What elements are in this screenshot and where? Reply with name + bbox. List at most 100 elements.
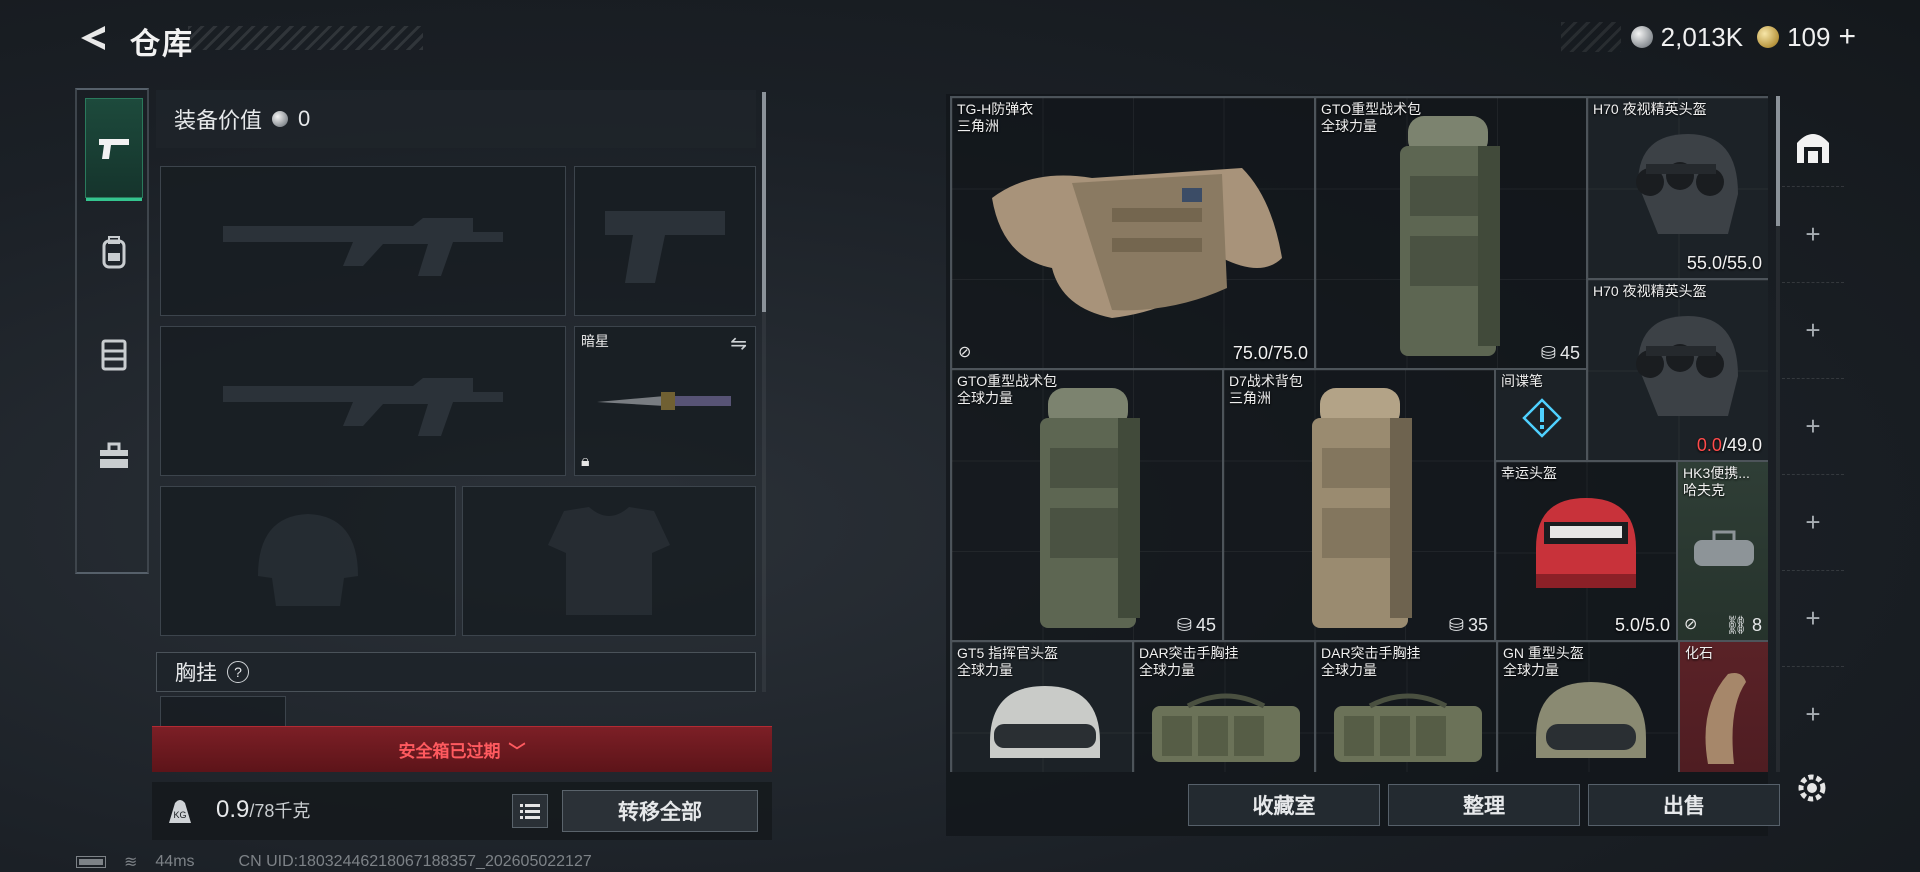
add-storage-tab-2[interactable]: + xyxy=(1782,282,1844,378)
gold-amount: 109 xyxy=(1787,21,1831,52)
helmet-slot[interactable] xyxy=(160,486,456,636)
secondary-weapon-slot[interactable] xyxy=(160,326,566,476)
weight-icon: ⛁ xyxy=(1176,615,1192,635)
grid-scroll-thumb[interactable] xyxy=(1776,96,1780,226)
weight-icon: KG xyxy=(162,794,198,828)
grid-item[interactable]: GTO重型战术包 全球力量 ⛁ 45 xyxy=(951,369,1223,641)
helmet-art xyxy=(1536,498,1636,588)
weight-icon: ⛁ xyxy=(1448,615,1464,635)
stack-icon: ⛓ xyxy=(1725,615,1748,635)
item-name: HK3便携... 哈夫克 xyxy=(1683,465,1750,498)
helmet-art xyxy=(990,686,1100,758)
backpack-art xyxy=(1400,116,1500,356)
equip-value-row: 装备价值 0 xyxy=(156,90,756,148)
armor-slot[interactable] xyxy=(462,486,756,636)
chest-rig-label: 胸挂 xyxy=(175,662,217,685)
item-name: H70 夜视精英头盔 xyxy=(1593,283,1707,299)
backpack-icon xyxy=(102,236,126,269)
uid: CN UID:18032446218067188357_202605022127 xyxy=(238,853,592,870)
weight-max: /78千克 xyxy=(249,801,311,821)
add-storage-tab-6[interactable]: + xyxy=(1782,666,1844,762)
title-decoration xyxy=(188,26,423,50)
melee-name: 暗星 xyxy=(581,333,609,349)
item-name: 间谍笔 xyxy=(1501,373,1543,389)
chest-rig-art xyxy=(1152,693,1300,762)
back-button[interactable] xyxy=(72,18,112,58)
warehouse-tab[interactable] xyxy=(1782,116,1844,178)
helmet-art xyxy=(1536,682,1646,758)
chest-rig-art xyxy=(1334,693,1482,762)
grid-item[interactable]: TG-H防弹衣 三角洲 ⊘ 75.0/75.0 xyxy=(951,97,1315,369)
safebox-expired-bar[interactable]: 安全箱已过期 ﹀ xyxy=(152,726,772,772)
add-currency-button[interactable]: + xyxy=(1838,20,1856,54)
grid-item[interactable]: 幸运头盔 5.0/5.0 xyxy=(1495,461,1677,641)
grid-item[interactable]: DAR突击手胸挂 全球力量 xyxy=(1315,641,1497,772)
add-storage-tab-5[interactable]: + xyxy=(1782,570,1844,666)
grid-item[interactable]: H70 夜视精英头盔 0.0/49.0 xyxy=(1587,279,1768,461)
category-weapons[interactable] xyxy=(85,98,143,201)
weight-bar: KG 0.9/78千克 转移全部 xyxy=(152,782,772,840)
category-cases[interactable] xyxy=(85,406,143,506)
add-storage-tab-4[interactable]: + xyxy=(1782,474,1844,570)
body-armor-art xyxy=(992,168,1282,318)
item-capacity: ⛁ 45 xyxy=(1540,343,1580,363)
back-arrow-icon xyxy=(81,26,105,50)
loadout-panel: 装备价值 0 暗星 ⇋ 🔒︎ 胸挂 ? 安全箱已过期 ﹀ KG 0.9/78千克… xyxy=(152,90,772,850)
chest-rig-header: 胸挂 ? xyxy=(156,652,756,692)
category-rail xyxy=(75,88,149,574)
loadout-scroll-thumb[interactable] xyxy=(762,92,766,312)
svg-text:KG: KG xyxy=(173,810,186,820)
sidearm-slot-empty[interactable] xyxy=(574,166,756,316)
toolbox-icon xyxy=(100,442,128,468)
swap-icon[interactable]: ⇋ xyxy=(730,331,747,356)
armor-silhouette-icon xyxy=(548,507,670,615)
warehouse-icon xyxy=(1797,134,1829,163)
equip-value: 0 xyxy=(298,106,311,131)
equip-value-label: 装备价值 xyxy=(174,108,263,133)
settings-button[interactable] xyxy=(1792,768,1832,808)
safebox-expired-text: 安全箱已过期 xyxy=(398,742,501,761)
grid-item[interactable]: GN 重型头盔 全球力量 xyxy=(1497,641,1679,772)
grid-item[interactable]: DAR突击手胸挂 全球力量 xyxy=(1133,641,1315,772)
no-corner-icon: ⊘ xyxy=(958,344,972,361)
item-durability: 5.0/5.0 xyxy=(1614,615,1670,635)
pistol-silhouette-icon xyxy=(605,211,725,283)
primary-weapon-slot[interactable] xyxy=(160,166,566,316)
item-count: ⛓ 8 xyxy=(1725,615,1762,635)
no-corner-icon: ⊘ xyxy=(1684,616,1698,633)
list-view-button[interactable] xyxy=(512,794,548,828)
category-vests[interactable] xyxy=(85,304,143,404)
sort-button[interactable]: 整理 xyxy=(1388,784,1580,826)
grid-item[interactable]: GTO重型战术包 全球力量 ⛁ 45 xyxy=(1315,97,1587,369)
weight-readout: 0.9/78千克 xyxy=(216,796,310,824)
add-storage-tab-3[interactable]: + xyxy=(1782,378,1844,474)
silver-amount: 2,013K xyxy=(1660,21,1744,52)
add-storage-tab-1[interactable]: + xyxy=(1782,186,1844,282)
help-icon[interactable]: ? xyxy=(227,661,249,683)
category-bags[interactable] xyxy=(85,202,143,302)
pistol-icon xyxy=(99,139,129,159)
item-capacity: ⛁ 45 xyxy=(1176,615,1216,635)
item-name: 化石 xyxy=(1685,645,1713,661)
fossil-art xyxy=(1705,673,1746,764)
nvg-helmet-art xyxy=(1636,134,1738,234)
grid-item[interactable]: 化石 xyxy=(1679,641,1768,772)
wifi-icon: ≋ xyxy=(124,854,138,871)
collection-button[interactable]: 收藏室 xyxy=(1188,784,1380,826)
transfer-all-button[interactable]: 转移全部 xyxy=(562,790,758,832)
status-line: ≋ 44ms CN UID:18032446218067188357_20260… xyxy=(76,852,592,872)
ping: 44ms xyxy=(155,853,195,870)
melee-slot[interactable]: 暗星 ⇋ 🔒︎ xyxy=(574,326,756,476)
grid-item[interactable]: H70 夜视精英头盔 55.0/55.0 xyxy=(1587,97,1768,279)
lock-icon: 🔒︎ xyxy=(581,453,590,470)
grid-item[interactable]: D7战术背包 三角洲 ⛁ 35 xyxy=(1223,369,1495,641)
grid-item[interactable]: GT5 指挥官头盔 全球力量 xyxy=(951,641,1133,772)
grid-item[interactable]: 间谍笔 xyxy=(1495,369,1587,461)
grid-item[interactable]: HK3便携... 哈夫克 ⊘ ⛓ 8 xyxy=(1677,461,1768,641)
sell-button[interactable]: 出售 xyxy=(1588,784,1780,826)
vest-icon xyxy=(101,339,127,371)
currency-gold: 109 + xyxy=(1757,20,1856,54)
backpack-art xyxy=(1040,388,1140,628)
knife-icon xyxy=(597,392,731,410)
item-name: DAR突击手胸挂 全球力量 xyxy=(1139,645,1239,678)
